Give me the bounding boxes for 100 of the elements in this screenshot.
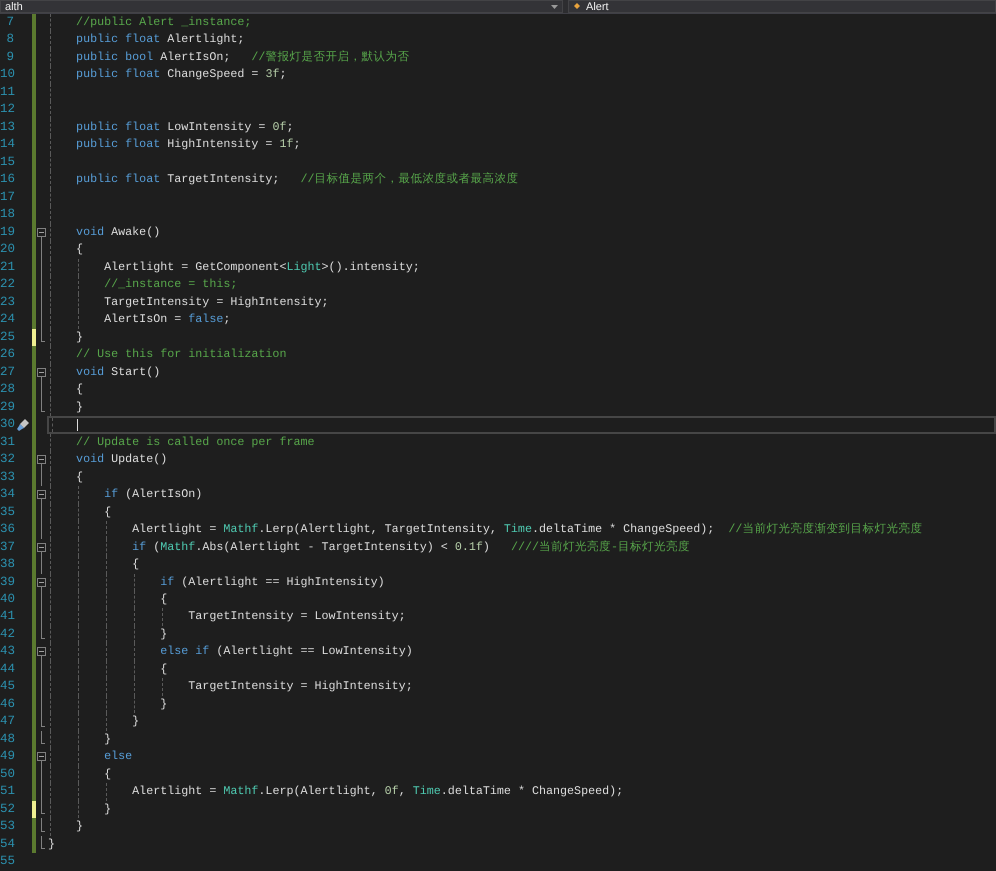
code-line: TargetIntensity = LowIntensity; (187, 608, 407, 626)
line-number: 41 (0, 608, 14, 626)
code-line: Alertlight = Mathf.Lerp(Alertlight, 0f, Time.deltaTime * ChangeSpeed); (131, 783, 624, 800)
line-number: 22 (0, 276, 14, 294)
collapse-icon[interactable] (37, 542, 46, 552)
line-number: 20 (0, 241, 14, 258)
code-line: Alertlight = GetComponent<Light>().intensity; (103, 258, 421, 276)
code-line: } (159, 696, 168, 713)
line-number: 32 (0, 451, 14, 468)
code-line: } (75, 818, 84, 836)
line-number: 40 (0, 590, 14, 608)
line-number: 17 (0, 188, 14, 206)
line-number: 24 (0, 311, 14, 328)
brush-icon[interactable] (16, 418, 30, 432)
collapse-icon[interactable] (37, 490, 46, 500)
line-number: 54 (0, 836, 14, 853)
line-number: 34 (0, 486, 14, 504)
line-number: 18 (0, 206, 14, 224)
code-line: public float HighIntensity = 1f; (75, 136, 302, 154)
type-dropdown[interactable]: alth (0, 0, 563, 13)
line-number: 8 (5, 31, 14, 48)
code-line: void Awake() (75, 224, 162, 241)
code-line: } (131, 713, 140, 730)
line-number: 48 (0, 730, 14, 748)
code-line: void Update() (75, 451, 168, 468)
line-number: 16 (0, 171, 14, 188)
code-line: public bool AlertIsOn; //警报灯是否开启，默认为否 (75, 48, 410, 66)
line-number: 47 (0, 713, 14, 730)
code-line: { (159, 590, 168, 608)
line-number: 10 (0, 66, 14, 84)
line-number: 11 (0, 84, 14, 101)
code-line: public float TargetIntensity; //目标值是两个，最低浓度或者最高浓度 (75, 171, 520, 188)
collapse-icon[interactable] (37, 647, 46, 656)
line-number: 28 (0, 381, 14, 398)
line-number: 43 (0, 643, 14, 660)
collapse-icon[interactable] (37, 228, 46, 237)
code-line: // Update is called once per frame (75, 434, 316, 451)
line-number: 21 (0, 258, 14, 276)
code-line: void Start() (75, 364, 162, 381)
code-line: { (159, 660, 168, 678)
line-number: 35 (0, 504, 14, 521)
code-line: TargetIntensity = HighIntensity; (103, 294, 330, 311)
collapse-icon[interactable] (37, 368, 46, 377)
code-line: if (Mathf.Abs(Alertlight - TargetIntensity) < 0.1f) ////当前灯光亮度-目标灯光亮度 (131, 538, 692, 556)
line-number: 36 (0, 521, 14, 538)
line-number: 7 (5, 14, 14, 31)
line-number: 9 (5, 48, 14, 66)
line-number: 45 (0, 678, 14, 696)
line-number: 19 (0, 224, 14, 241)
code-line: } (159, 626, 168, 643)
line-number: 55 (0, 853, 14, 870)
line-number: 23 (0, 294, 14, 311)
line-number: 49 (0, 748, 14, 766)
code-line: //public Alert _instance; (75, 14, 252, 31)
code-line: { (75, 241, 84, 258)
line-number: 52 (0, 800, 14, 818)
code-line: } (48, 836, 56, 853)
line-number: 42 (0, 626, 14, 643)
line-number: 53 (0, 818, 14, 836)
code-line: else (103, 748, 134, 766)
code-line: if (AlertIsOn) (103, 486, 204, 504)
line-number: 46 (0, 696, 14, 713)
line-number: 33 (0, 468, 14, 486)
code-line: } (103, 800, 112, 818)
line-number: 51 (0, 783, 14, 800)
line-number: 13 (0, 118, 14, 136)
class-icon (573, 2, 582, 11)
code-line: } (75, 328, 84, 346)
member-dropdown[interactable]: Alert (568, 0, 996, 13)
line-number: 30 (0, 416, 14, 434)
line-number: 50 (0, 766, 14, 783)
code-line: TargetIntensity = HighIntensity; (187, 678, 414, 696)
collapse-icon[interactable] (37, 752, 46, 762)
code-line: // Use this for initialization (75, 346, 288, 364)
line-number: 29 (0, 398, 14, 416)
code-line: } (75, 398, 84, 416)
code-line: { (131, 556, 140, 574)
code-line: { (75, 468, 84, 486)
code-line: //_instance = this; (103, 276, 238, 294)
collapse-icon[interactable] (37, 578, 46, 586)
text-cursor (77, 419, 78, 431)
line-number: 14 (0, 136, 14, 154)
code-line: AlertIsOn = false; (103, 311, 232, 328)
code-line: { (103, 504, 112, 521)
line-number: 26 (0, 346, 14, 364)
code-line: public float Alertlight; (75, 31, 246, 48)
code-line: public float LowIntensity = 0f; (75, 118, 294, 136)
line-number: 12 (0, 101, 14, 118)
line-number: 38 (0, 556, 14, 574)
collapse-icon[interactable] (37, 455, 46, 464)
line-number: 31 (0, 434, 14, 451)
code-line: if (Alertlight == HighIntensity) (159, 574, 386, 590)
line-number: 37 (0, 538, 14, 556)
code-line: { (103, 766, 112, 783)
code-line: Alertlight = Mathf.Lerp(Alertlight, TargetIntensity, Time.deltaTime * ChangeSpeed); //当前灯光亮度渐变到目标灯光亮度 (131, 521, 924, 538)
line-number: 39 (0, 574, 14, 590)
line-number: 44 (0, 660, 14, 678)
caret-down-icon (551, 4, 558, 8)
code-line: } (103, 730, 112, 748)
line-number: 25 (0, 328, 14, 346)
